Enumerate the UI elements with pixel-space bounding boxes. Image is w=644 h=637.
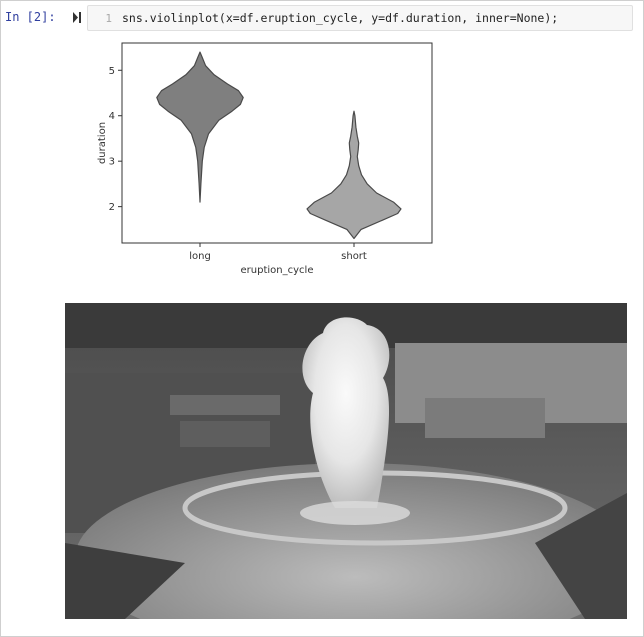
geyser-photo <box>65 303 627 619</box>
violin-short <box>306 110 402 240</box>
x-tick-label: long <box>189 251 211 262</box>
notebook-output-area: In [2]: 1 sns.violinplot(x=df.eruption_c… <box>0 0 644 637</box>
violin-long <box>156 51 244 203</box>
x-axis-label: eruption_cycle <box>241 265 314 276</box>
y-tick-label: 2 <box>109 202 115 213</box>
y-tick-label: 4 <box>109 111 115 122</box>
x-tick-label: short <box>341 251 367 262</box>
violin-plot: 2 3 4 5 long short eruption_cycle duration <box>97 42 433 276</box>
y-tick-label: 5 <box>109 66 115 77</box>
y-tick-label: 3 <box>109 157 115 168</box>
y-axis-label: duration <box>97 122 108 164</box>
